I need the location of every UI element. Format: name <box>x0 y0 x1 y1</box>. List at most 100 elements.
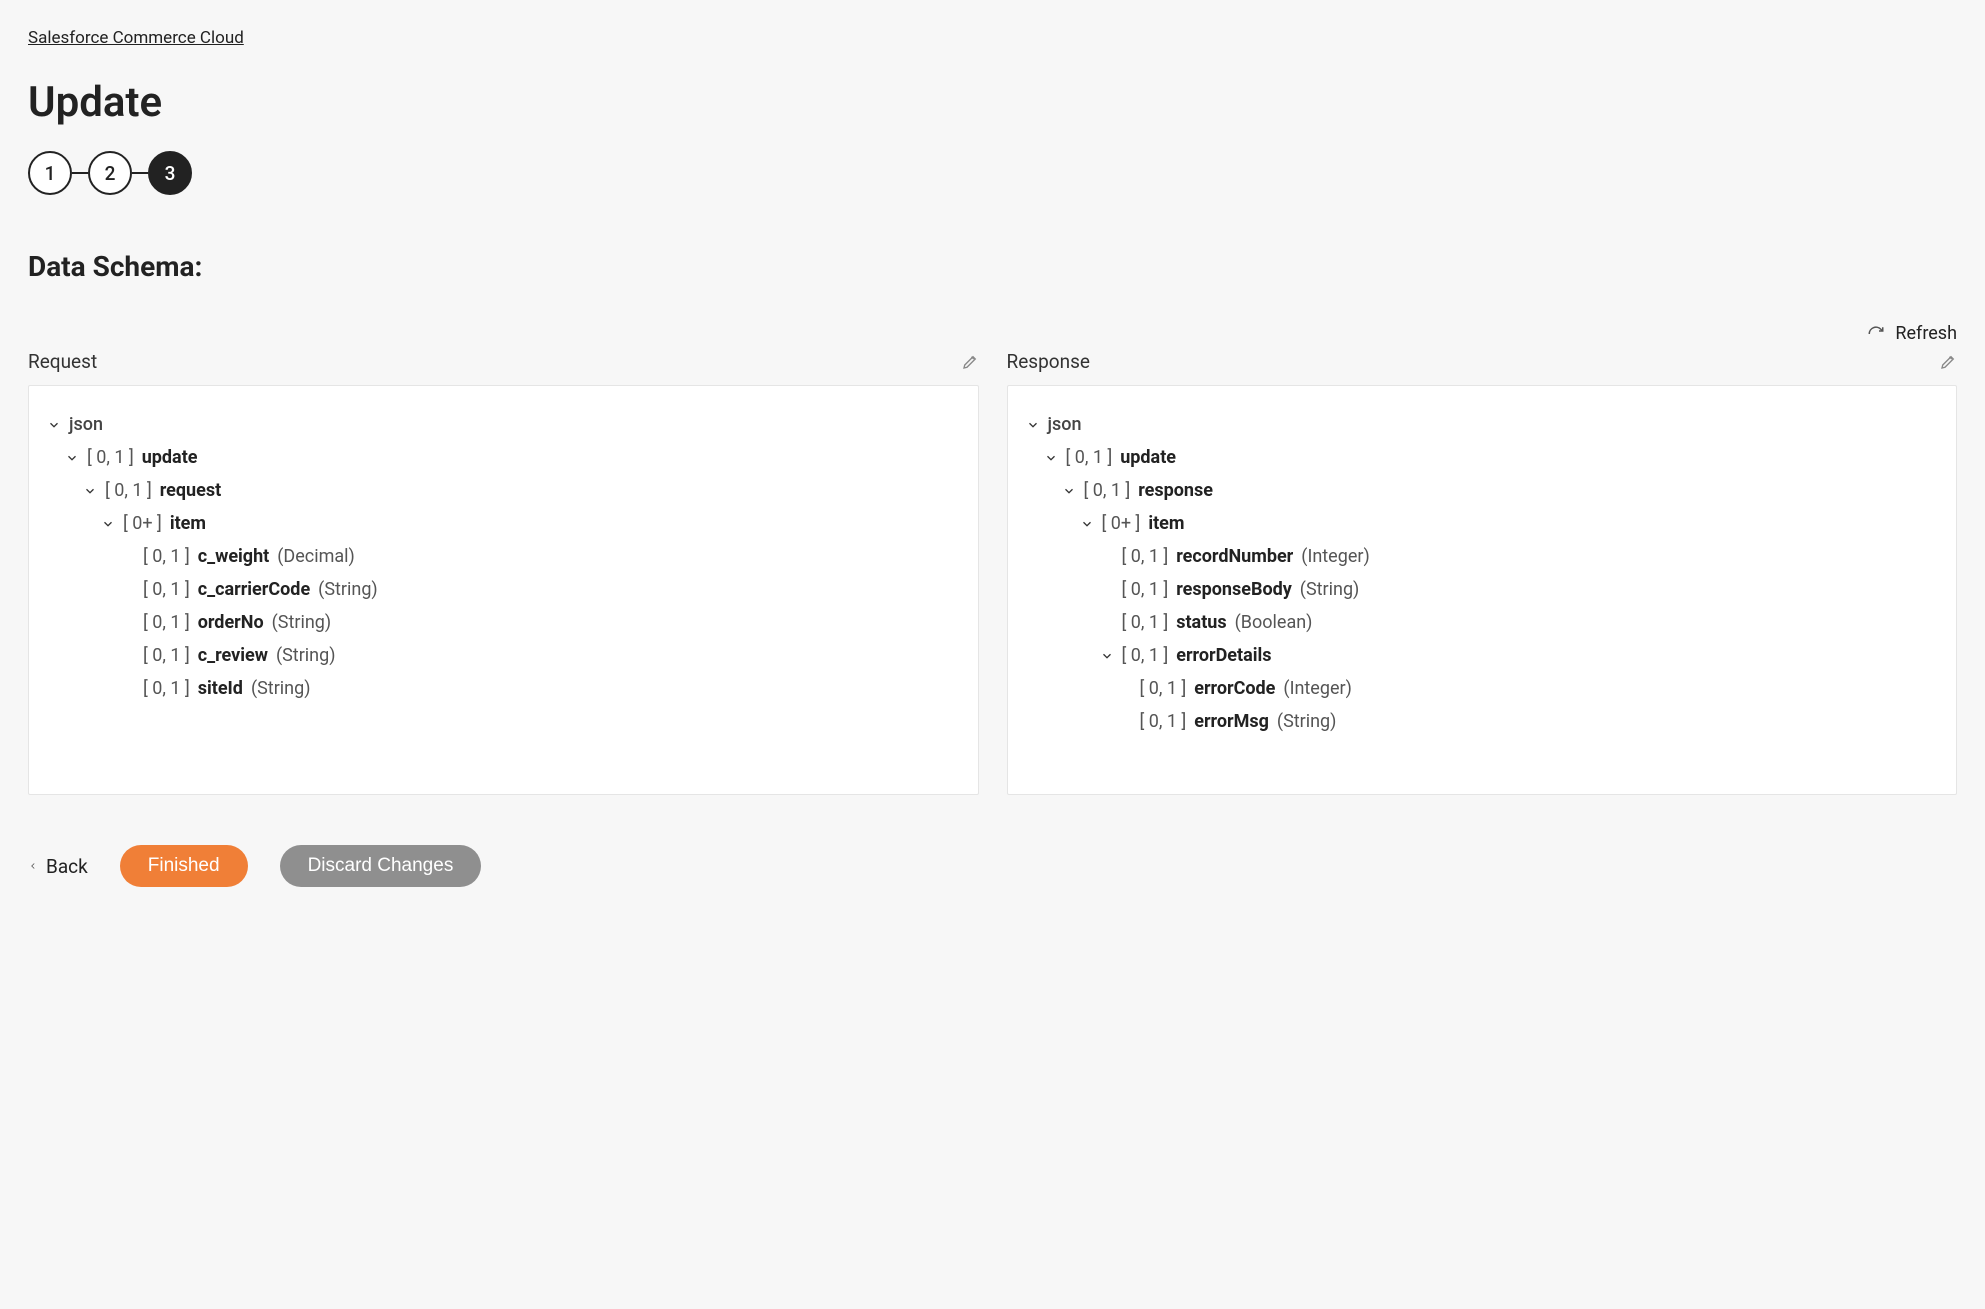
tree-leaf-responseBody: [ 0, 1 ] responseBody (String) <box>1026 573 1939 606</box>
node-card: [ 0, 1 ] <box>87 447 134 468</box>
node-card: [ 0, 1 ] <box>143 612 190 633</box>
back-button[interactable]: Back <box>28 855 88 878</box>
node-card: [ 0, 1 ] <box>1066 447 1113 468</box>
node-card: [ 0, 1 ] <box>143 645 190 666</box>
refresh-icon <box>1867 325 1885 343</box>
node-label: update <box>142 447 198 468</box>
section-title: Data Schema: <box>28 250 1957 283</box>
node-type: (String) <box>1277 711 1337 732</box>
chevron-down-icon <box>1044 451 1058 465</box>
step-connector <box>72 172 88 174</box>
tree-leaf-c_weight: [ 0, 1 ] c_weight (Decimal) <box>47 540 960 573</box>
node-card: [ 0, 1 ] <box>1122 645 1169 666</box>
tree-leaf-c_review: [ 0, 1 ] c_review (String) <box>47 639 960 672</box>
node-label: siteId <box>198 678 243 699</box>
node-label: c_review <box>198 645 268 666</box>
node-label: json <box>1048 414 1082 435</box>
request-panel: json [ 0, 1 ] update [ 0, 1 ] request [ … <box>28 385 979 795</box>
node-label: item <box>170 513 206 534</box>
tree-node-update[interactable]: [ 0, 1 ] update <box>47 441 960 474</box>
tree-leaf-errorMsg: [ 0, 1 ] errorMsg (String) <box>1026 705 1939 738</box>
chevron-down-icon <box>83 484 97 498</box>
node-card: [ 0, 1 ] <box>1140 678 1187 699</box>
tree-node-item[interactable]: [ 0+ ] item <box>1026 507 1939 540</box>
node-type: (Boolean) <box>1235 612 1313 633</box>
tree-node-json[interactable]: json <box>1026 408 1939 441</box>
tree-node-update[interactable]: [ 0, 1 ] update <box>1026 441 1939 474</box>
node-label: responseBody <box>1176 579 1292 600</box>
tree-leaf-status: [ 0, 1 ] status (Boolean) <box>1026 606 1939 639</box>
tree-node-response[interactable]: [ 0, 1 ] response <box>1026 474 1939 507</box>
node-card: [ 0, 1 ] <box>143 546 190 567</box>
chevron-down-icon <box>101 517 115 531</box>
response-column: Response json [ 0, 1 ] update [ 0, 1 ] r… <box>1007 350 1958 795</box>
chevron-down-icon <box>1062 484 1076 498</box>
tree-node-item[interactable]: [ 0+ ] item <box>47 507 960 540</box>
node-label: errorCode <box>1194 678 1275 699</box>
tree-leaf-orderNo: [ 0, 1 ] orderNo (String) <box>47 606 960 639</box>
node-label: item <box>1148 513 1184 534</box>
node-card: [ 0+ ] <box>1102 513 1141 534</box>
refresh-label: Refresh <box>1895 323 1957 344</box>
response-title: Response <box>1007 350 1090 373</box>
node-type: (Decimal) <box>277 546 355 567</box>
node-type: (String) <box>276 645 336 666</box>
node-type: (String) <box>251 678 311 699</box>
node-label: recordNumber <box>1176 546 1293 567</box>
chevron-down-icon <box>1080 517 1094 531</box>
tree-leaf-siteId: [ 0, 1 ] siteId (String) <box>47 672 960 705</box>
node-label: response <box>1138 480 1213 501</box>
node-label: json <box>69 414 103 435</box>
node-label: c_weight <box>198 546 270 567</box>
tree-leaf-c_carrierCode: [ 0, 1 ] c_carrierCode (String) <box>47 573 960 606</box>
tree-node-request[interactable]: [ 0, 1 ] request <box>47 474 960 507</box>
request-column: Request json [ 0, 1 ] update [ 0, 1 ] re… <box>28 350 979 795</box>
node-type: (Integer) <box>1301 546 1369 567</box>
node-card: [ 0, 1 ] <box>143 579 190 600</box>
stepper: 1 2 3 <box>28 151 1957 195</box>
node-label: update <box>1120 447 1176 468</box>
chevron-down-icon <box>1026 418 1040 432</box>
node-label: status <box>1176 612 1226 633</box>
node-label: c_carrierCode <box>198 579 310 600</box>
back-label: Back <box>46 855 88 878</box>
refresh-button[interactable]: Refresh <box>28 323 1957 344</box>
tree-node-errorDetails[interactable]: [ 0, 1 ] errorDetails <box>1026 639 1939 672</box>
breadcrumb[interactable]: Salesforce Commerce Cloud <box>28 28 244 48</box>
page-title: Update <box>28 78 1957 127</box>
node-type: (String) <box>272 612 332 633</box>
chevron-left-icon <box>28 859 38 873</box>
node-card: [ 0, 1 ] <box>1122 579 1169 600</box>
step-connector <box>132 172 148 174</box>
node-type: (String) <box>318 579 378 600</box>
node-card: [ 0, 1 ] <box>143 678 190 699</box>
node-label: orderNo <box>198 612 264 633</box>
tree-leaf-errorCode: [ 0, 1 ] errorCode (Integer) <box>1026 672 1939 705</box>
step-1[interactable]: 1 <box>28 151 72 195</box>
chevron-down-icon <box>65 451 79 465</box>
node-label: request <box>160 480 221 501</box>
tree-leaf-recordNumber: [ 0, 1 ] recordNumber (Integer) <box>1026 540 1939 573</box>
node-type: (String) <box>1300 579 1360 600</box>
node-type: (Integer) <box>1283 678 1351 699</box>
node-card: [ 0, 1 ] <box>105 480 152 501</box>
discard-button[interactable]: Discard Changes <box>280 845 482 887</box>
chevron-down-icon <box>47 418 61 432</box>
request-title: Request <box>28 350 97 373</box>
step-3[interactable]: 3 <box>148 151 192 195</box>
node-card: [ 0+ ] <box>123 513 162 534</box>
pencil-icon[interactable] <box>961 353 979 371</box>
node-card: [ 0, 1 ] <box>1084 480 1131 501</box>
finished-button[interactable]: Finished <box>120 845 248 887</box>
node-label: errorMsg <box>1194 711 1269 732</box>
pencil-icon[interactable] <box>1939 353 1957 371</box>
chevron-down-icon <box>1100 649 1114 663</box>
node-card: [ 0, 1 ] <box>1140 711 1187 732</box>
node-label: errorDetails <box>1176 645 1271 666</box>
tree-node-json[interactable]: json <box>47 408 960 441</box>
node-card: [ 0, 1 ] <box>1122 546 1169 567</box>
response-panel: json [ 0, 1 ] update [ 0, 1 ] response [… <box>1007 385 1958 795</box>
footer: Back Finished Discard Changes <box>28 845 1957 887</box>
step-2[interactable]: 2 <box>88 151 132 195</box>
node-card: [ 0, 1 ] <box>1122 612 1169 633</box>
